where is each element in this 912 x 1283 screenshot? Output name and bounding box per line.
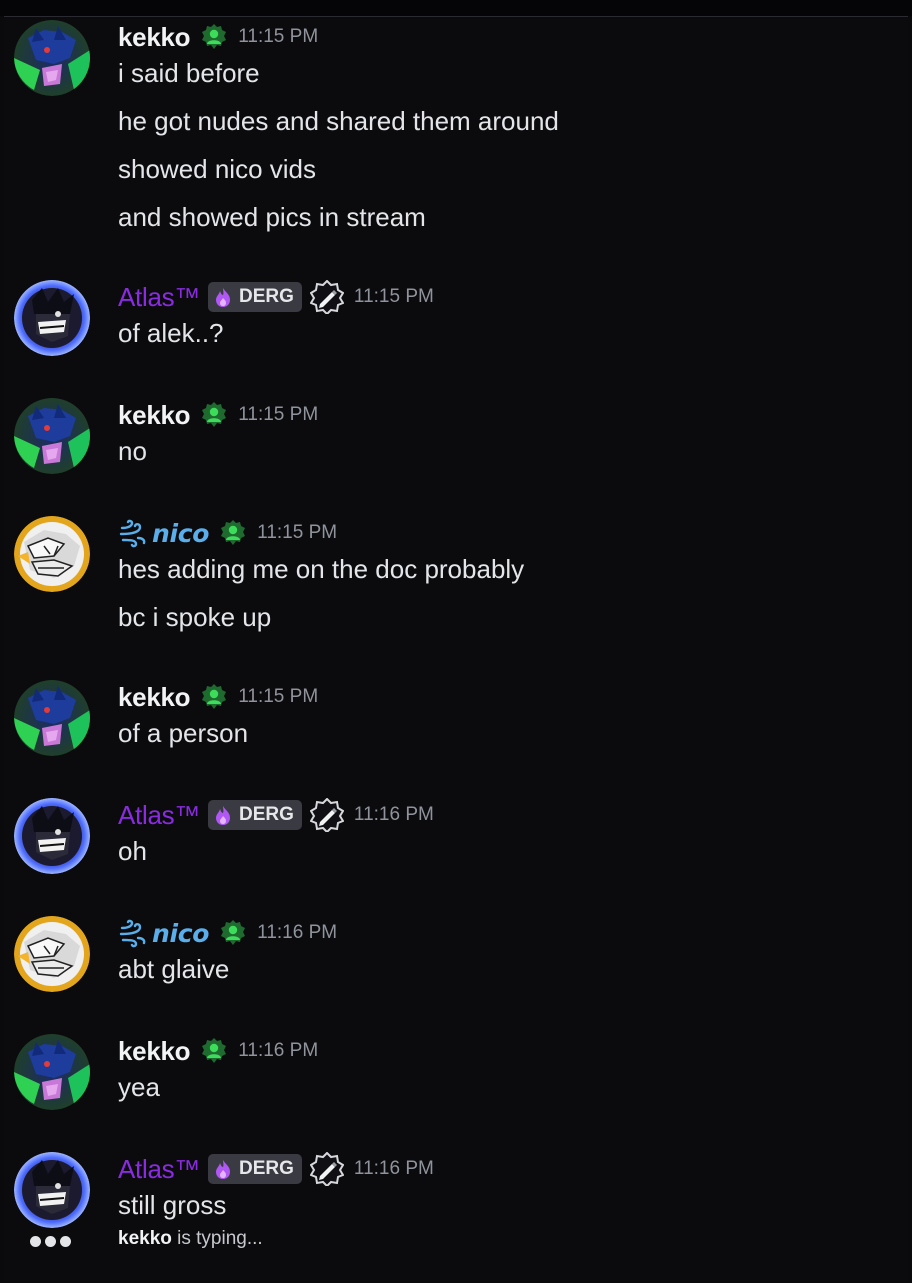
message-text: no — [118, 436, 147, 466]
avatar[interactable] — [14, 516, 90, 592]
message-header: nico 11:15 PM — [118, 516, 337, 550]
timestamp: 11:16 PM — [353, 804, 434, 825]
message-text: still gross — [118, 1190, 227, 1220]
top-bar — [0, 0, 912, 16]
message-header: kekko 11:16 PM — [118, 1034, 318, 1068]
typing-suffix: is typing... — [171, 1228, 263, 1249]
avatar[interactable] — [14, 798, 90, 874]
message-header: Atlas™ DERG 11:15 PM — [118, 279, 434, 316]
timestamp: 11:15 PM — [238, 686, 319, 707]
message-text: showed nico vids — [118, 154, 316, 184]
message-text: he got nudes and shared them around — [118, 106, 559, 136]
username[interactable]: kekko — [118, 1036, 191, 1067]
message-text: bc i spoke up — [118, 602, 272, 632]
pen-badge-icon — [309, 279, 345, 316]
green-person-icon — [200, 1037, 228, 1065]
wind-swirl-icon — [118, 518, 152, 548]
avatar[interactable] — [14, 916, 90, 992]
purple-flame-icon — [212, 286, 239, 308]
avatar[interactable] — [14, 20, 90, 96]
guild-tag[interactable]: DERG — [208, 282, 302, 312]
username[interactable]: nico — [152, 519, 209, 548]
guild-tag-label: DERG — [239, 286, 294, 307]
pen-badge-icon — [309, 1151, 345, 1188]
typing-user: kekko — [118, 1228, 172, 1249]
message-text: abt glaive — [118, 954, 230, 984]
timestamp: 11:16 PM — [353, 1158, 434, 1179]
green-person-icon — [219, 519, 247, 547]
message-header: Atlas™ DERG 11:16 PM — [118, 1151, 434, 1188]
timestamp: 11:15 PM — [238, 26, 319, 47]
avatar[interactable] — [14, 1034, 90, 1110]
avatar[interactable] — [14, 398, 90, 474]
timestamp: 11:15 PM — [257, 522, 338, 543]
message-header: kekko 11:15 PM — [118, 20, 318, 54]
green-person-icon — [200, 683, 228, 711]
username[interactable]: Atlas™ — [118, 800, 200, 831]
username[interactable]: kekko — [118, 682, 191, 713]
message-text: of alek..? — [118, 318, 224, 348]
message-text: and showed pics in stream — [118, 202, 426, 232]
message-text: yea — [118, 1072, 160, 1102]
message-text: oh — [118, 836, 147, 866]
guild-tag-label: DERG — [239, 804, 294, 825]
timestamp: 11:15 PM — [353, 286, 434, 307]
purple-flame-icon — [212, 804, 239, 826]
purple-flame-icon — [212, 1158, 239, 1180]
avatar[interactable] — [14, 1152, 90, 1228]
message-header: Atlas™ DERG 11:16 PM — [118, 797, 434, 834]
timestamp: 11:15 PM — [238, 404, 319, 425]
username[interactable]: Atlas™ — [118, 1154, 200, 1185]
message-text: hes adding me on the doc probably — [118, 554, 525, 584]
username[interactable]: kekko — [118, 22, 191, 53]
message-header: nico 11:16 PM — [118, 916, 337, 950]
avatar[interactable] — [14, 680, 90, 756]
message-text: of a person — [118, 718, 249, 748]
message-header: kekko 11:15 PM — [118, 680, 318, 714]
message-header: kekko 11:15 PM — [118, 398, 318, 432]
guild-tag-label: DERG — [239, 1158, 294, 1179]
guild-tag[interactable]: DERG — [208, 1154, 302, 1184]
username[interactable]: kekko — [118, 400, 191, 431]
green-person-icon — [219, 919, 247, 947]
typing-text: kekko is typing... — [118, 1228, 263, 1250]
message-text: i said before — [118, 58, 260, 88]
username[interactable]: nico — [152, 919, 209, 948]
typing-indicator: kekko is typing... — [0, 1226, 904, 1256]
green-person-icon — [200, 23, 228, 51]
wind-swirl-icon — [118, 918, 152, 948]
timestamp: 11:16 PM — [238, 1040, 319, 1061]
timestamp: 11:16 PM — [257, 922, 338, 943]
pen-badge-icon — [309, 797, 345, 834]
avatar[interactable] — [14, 280, 90, 356]
guild-tag[interactable]: DERG — [208, 800, 302, 830]
typing-dots-icon — [30, 1236, 71, 1247]
username[interactable]: Atlas™ — [118, 282, 200, 313]
green-person-icon — [200, 401, 228, 429]
